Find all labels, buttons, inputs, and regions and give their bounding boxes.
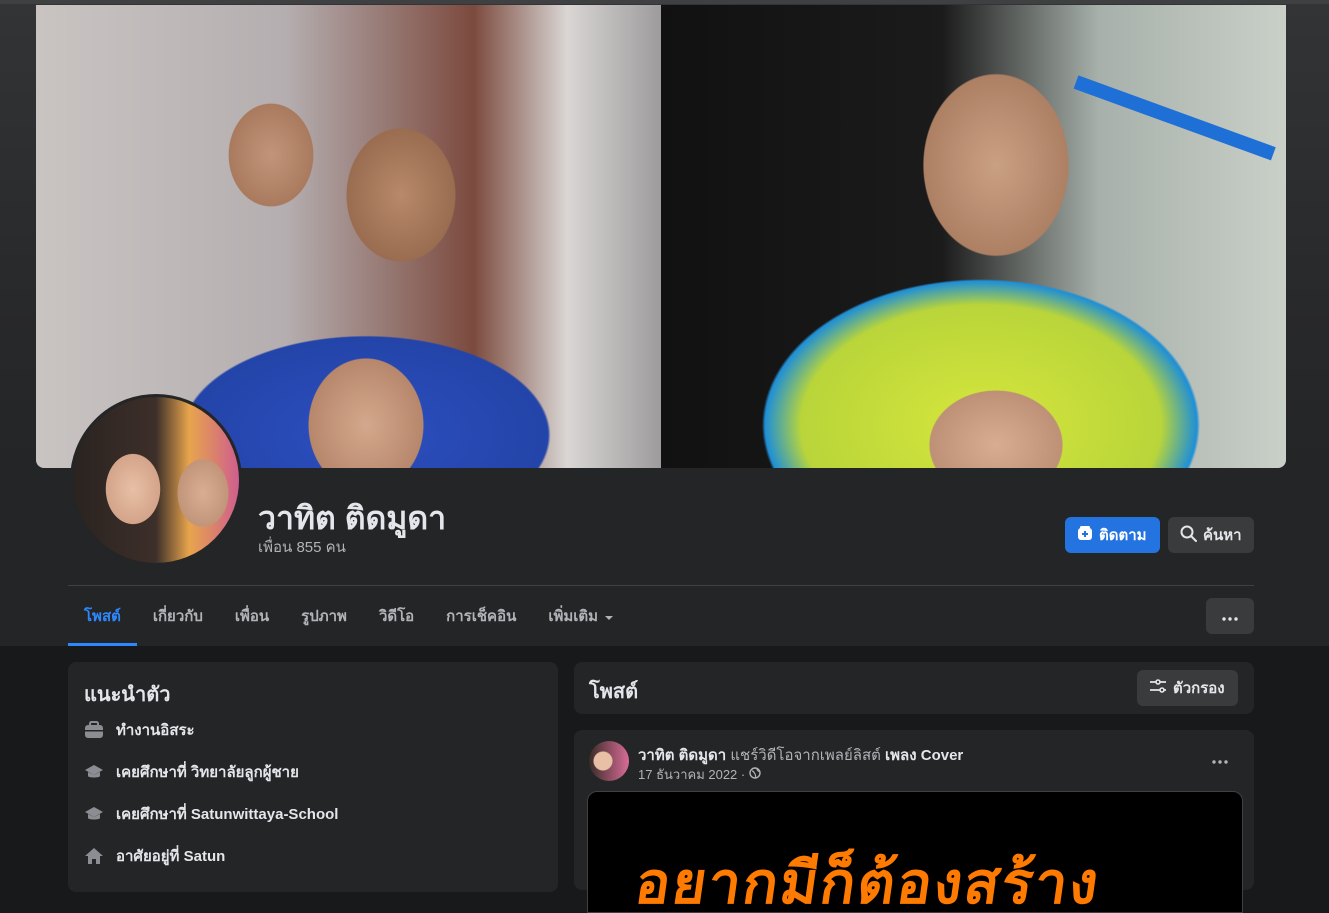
tab-posts[interactable]: โพสต์: [68, 586, 137, 646]
filter-icon: [1149, 679, 1167, 697]
intro-item-location: อาศัยอยู่ที่ Satun: [84, 844, 225, 868]
tab-about[interactable]: เกี่ยวกับ: [137, 586, 219, 646]
home-icon: [84, 846, 104, 866]
follow-icon: [1077, 525, 1093, 545]
follow-button[interactable]: ติดตาม: [1065, 517, 1160, 553]
window-top-border: [0, 0, 1329, 4]
post-timestamp: 17 ธันวาคม 2022 ·: [638, 764, 761, 785]
video-title-overlay: อยากมีก็ต้องสร้าง: [631, 851, 1105, 913]
tab-posts-label: โพสต์: [84, 608, 121, 625]
intro-item-text: เคยศึกษาที่ Satunwittaya-School: [116, 806, 339, 823]
more-dots-icon: [1222, 608, 1238, 625]
post-author-name[interactable]: วาทิต ติดมูดา: [638, 747, 726, 764]
cover-photo-right: [661, 5, 1286, 468]
tab-friends[interactable]: เพื่อน: [219, 586, 285, 646]
tab-photos[interactable]: รูปภาพ: [285, 586, 363, 646]
intro-item-education-1: เคยศึกษาที่ วิทยาลัยลูกผู้ชาย: [84, 760, 299, 784]
posts-title: โพสต์: [589, 681, 639, 703]
filter-label: ตัวกรอง: [1173, 680, 1225, 697]
post-action-text: แชร์วิดีโอจากเพลย์ลิสต์: [730, 747, 881, 764]
post-video-thumbnail[interactable]: อยากมีก็ต้องสร้าง: [587, 791, 1243, 913]
profile-tabs: โพสต์ เกี่ยวกับ เพื่อน รูปภาพ วิดีโอ การ…: [68, 586, 630, 646]
follow-label: ติดตาม: [1099, 527, 1147, 544]
intro-item-work: ทำงานอิสระ: [84, 718, 195, 742]
caret-down-icon: [604, 608, 614, 625]
graduation-cap-icon: [84, 762, 104, 782]
tab-checkins-label: การเช็คอิน: [446, 608, 517, 625]
more-options-button[interactable]: [1206, 598, 1254, 634]
search-label: ค้นหา: [1203, 527, 1242, 544]
tab-videos-label: วิดีโอ: [378, 608, 415, 625]
posts-header-card: โพสต์ ตัวกรอง: [574, 662, 1254, 714]
intro-item-education-2: เคยศึกษาที่ Satunwittaya-School: [84, 802, 338, 826]
search-button[interactable]: ค้นหา: [1168, 517, 1254, 553]
tab-photos-label: รูปภาพ: [301, 608, 347, 625]
tab-checkins[interactable]: การเช็คอิน: [430, 586, 532, 646]
post-author-avatar[interactable]: [589, 741, 629, 781]
post-target-link[interactable]: เพลง Cover: [885, 747, 963, 764]
tab-friends-label: เพื่อน: [234, 608, 270, 625]
cover-photo[interactable]: [36, 5, 1286, 468]
intro-title: แนะนำตัว: [84, 684, 171, 706]
post-card: วาทิต ติดมูดา แชร์วิดีโอจากเพลย์ลิสต์ เพ…: [574, 730, 1254, 913]
search-icon: [1180, 525, 1197, 546]
intro-item-text: ทำงานอิสระ: [116, 722, 195, 739]
more-dots-icon: [1212, 751, 1228, 769]
cover-decoration: [1073, 75, 1276, 161]
filter-button[interactable]: ตัวกรอง: [1137, 670, 1238, 706]
friends-count[interactable]: เพื่อน 855 คน: [258, 535, 346, 559]
post-date-text[interactable]: 17 ธันวาคม 2022 ·: [638, 764, 745, 785]
tab-about-label: เกี่ยวกับ: [152, 608, 203, 625]
profile-avatar[interactable]: [70, 394, 242, 566]
tab-more-label: เพิ่มเติม: [548, 608, 599, 625]
briefcase-icon: [84, 720, 104, 740]
profile-header: วาทิต ติดมูดา เพื่อน 855 คน ติดตาม ค้นหา…: [0, 0, 1329, 646]
globe-icon: [749, 767, 761, 782]
intro-item-text: เคยศึกษาที่ วิทยาลัยลูกผู้ชาย: [116, 764, 299, 781]
intro-item-text: อาศัยอยู่ที่ Satun: [116, 848, 226, 865]
intro-card: แนะนำตัว ทำงานอิสระ เคยศึกษาที่ วิทยาลัย…: [68, 662, 558, 892]
graduation-cap-icon: [84, 804, 104, 824]
tab-more[interactable]: เพิ่มเติม: [532, 586, 630, 646]
tab-videos[interactable]: วิดีโอ: [363, 586, 430, 646]
post-options-button[interactable]: [1200, 750, 1240, 770]
